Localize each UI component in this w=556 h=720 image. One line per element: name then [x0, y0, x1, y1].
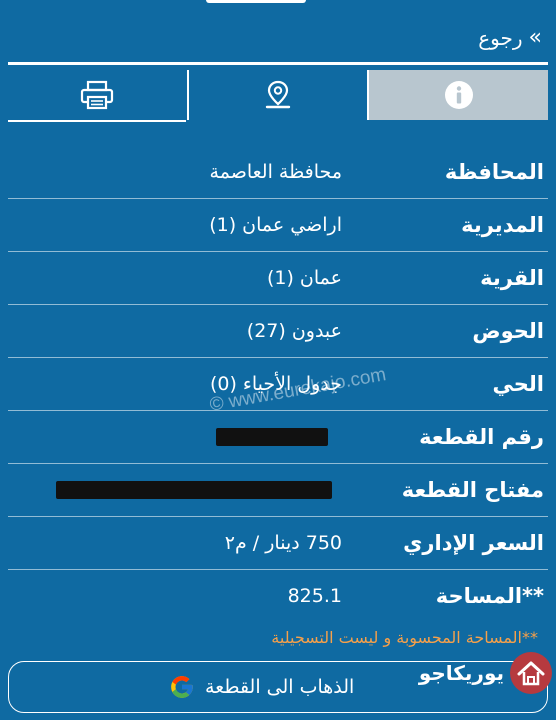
tab-bar: [8, 70, 549, 120]
detail-label: مفتاح القطعة: [401, 478, 544, 502]
detail-row-parcel-key: مفتاح القطعة: [8, 464, 548, 517]
info-icon: [444, 81, 473, 109]
logo-text: يوريكاجو: [418, 661, 504, 685]
header-divider: [8, 62, 548, 65]
detail-row-governorate: المحافظة محافظة العاصمة: [8, 146, 548, 199]
location-pin-icon: [265, 80, 291, 109]
detail-value: اراضي عمان (1): [209, 214, 342, 236]
detail-value: محافظة العاصمة: [209, 161, 342, 183]
back-label: رجوع: [478, 26, 523, 50]
detail-row-price: السعر الإداري 750 دينار / م٢: [8, 517, 548, 570]
detail-row-village: القرية عمان (1): [8, 252, 548, 305]
detail-label: القرية: [480, 266, 544, 290]
eurekajo-logo: يوريكاجو: [419, 652, 552, 694]
redaction-bar: [216, 428, 328, 446]
detail-label: الحوض: [472, 319, 544, 343]
area-note: **المساحة المحسوبة و ليست التسجيلية: [271, 628, 538, 647]
detail-label: رقم القطعة: [419, 425, 544, 449]
go-to-parcel-label: الذهاب الى القطعة: [205, 676, 355, 698]
detail-value: عبدون (27): [246, 320, 342, 342]
google-icon: [171, 676, 193, 698]
redaction-bar: [56, 481, 332, 499]
tab-print[interactable]: [8, 70, 189, 120]
back-button[interactable]: » رجوع: [478, 26, 542, 50]
detail-value: 750 دينار / م٢: [224, 532, 342, 554]
printer-icon: [81, 80, 114, 110]
logo-mark: [510, 652, 552, 694]
detail-row-area: **المساحة 825.1: [8, 570, 548, 622]
detail-row-basin: الحوض عبدون (27): [8, 305, 548, 358]
detail-row-parcel-number: رقم القطعة: [8, 411, 548, 464]
detail-label: المحافظة: [444, 160, 544, 184]
detail-label: **المساحة: [435, 584, 544, 608]
detail-label: السعر الإداري: [403, 531, 544, 555]
double-chevron-icon: »: [528, 25, 542, 50]
detail-value: عمان (1): [266, 267, 342, 289]
tab-info[interactable]: [369, 70, 549, 120]
tabs-underline: [8, 120, 186, 122]
detail-value: 825.1: [287, 585, 342, 607]
tab-location[interactable]: [189, 70, 370, 120]
detail-label: المديرية: [461, 213, 544, 237]
top-indicator: [206, 0, 306, 3]
detail-row-directorate: المديرية اراضي عمان (1): [8, 199, 548, 252]
